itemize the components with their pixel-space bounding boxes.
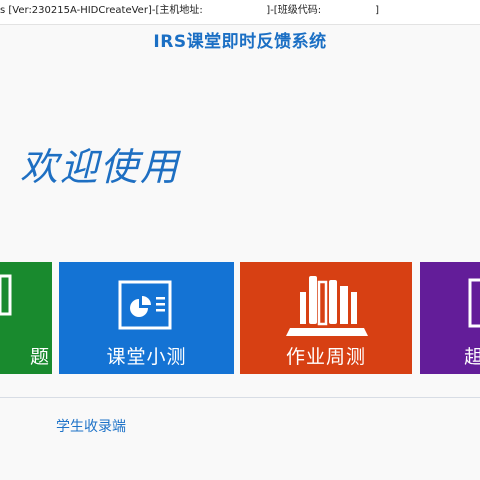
tile-classroom-quiz[interactable]: 课堂小测 bbox=[59, 262, 234, 374]
books-icon bbox=[286, 276, 368, 336]
welcome-heading: 欢迎使用 bbox=[20, 145, 181, 189]
app-title: IRS课堂即时反馈系统 bbox=[153, 32, 327, 52]
tile-label: 作业周测 bbox=[285, 346, 366, 368]
partial-icon bbox=[0, 274, 12, 316]
tile-green[interactable]: 题 bbox=[0, 262, 52, 374]
window-title: s [Ver:230215A-HIDCreateVer]-[主机地址: ]-[班… bbox=[0, 5, 380, 16]
tile-label: 题 bbox=[29, 346, 50, 368]
partial-icon bbox=[468, 278, 480, 328]
tile-homework-weekly[interactable]: 作业周测 bbox=[240, 262, 412, 374]
student-enroll-link[interactable]: 学生收录端 bbox=[56, 416, 126, 436]
window-titlebar: s [Ver:230215A-HIDCreateVer]-[主机地址: ]-[班… bbox=[0, 0, 480, 25]
divider bbox=[0, 397, 480, 398]
tile-label: 课堂小测 bbox=[106, 346, 187, 368]
quiz-chart-icon bbox=[118, 280, 172, 330]
tile-purple[interactable]: 趄 bbox=[420, 262, 480, 374]
tile-label: 趄 bbox=[464, 346, 480, 368]
